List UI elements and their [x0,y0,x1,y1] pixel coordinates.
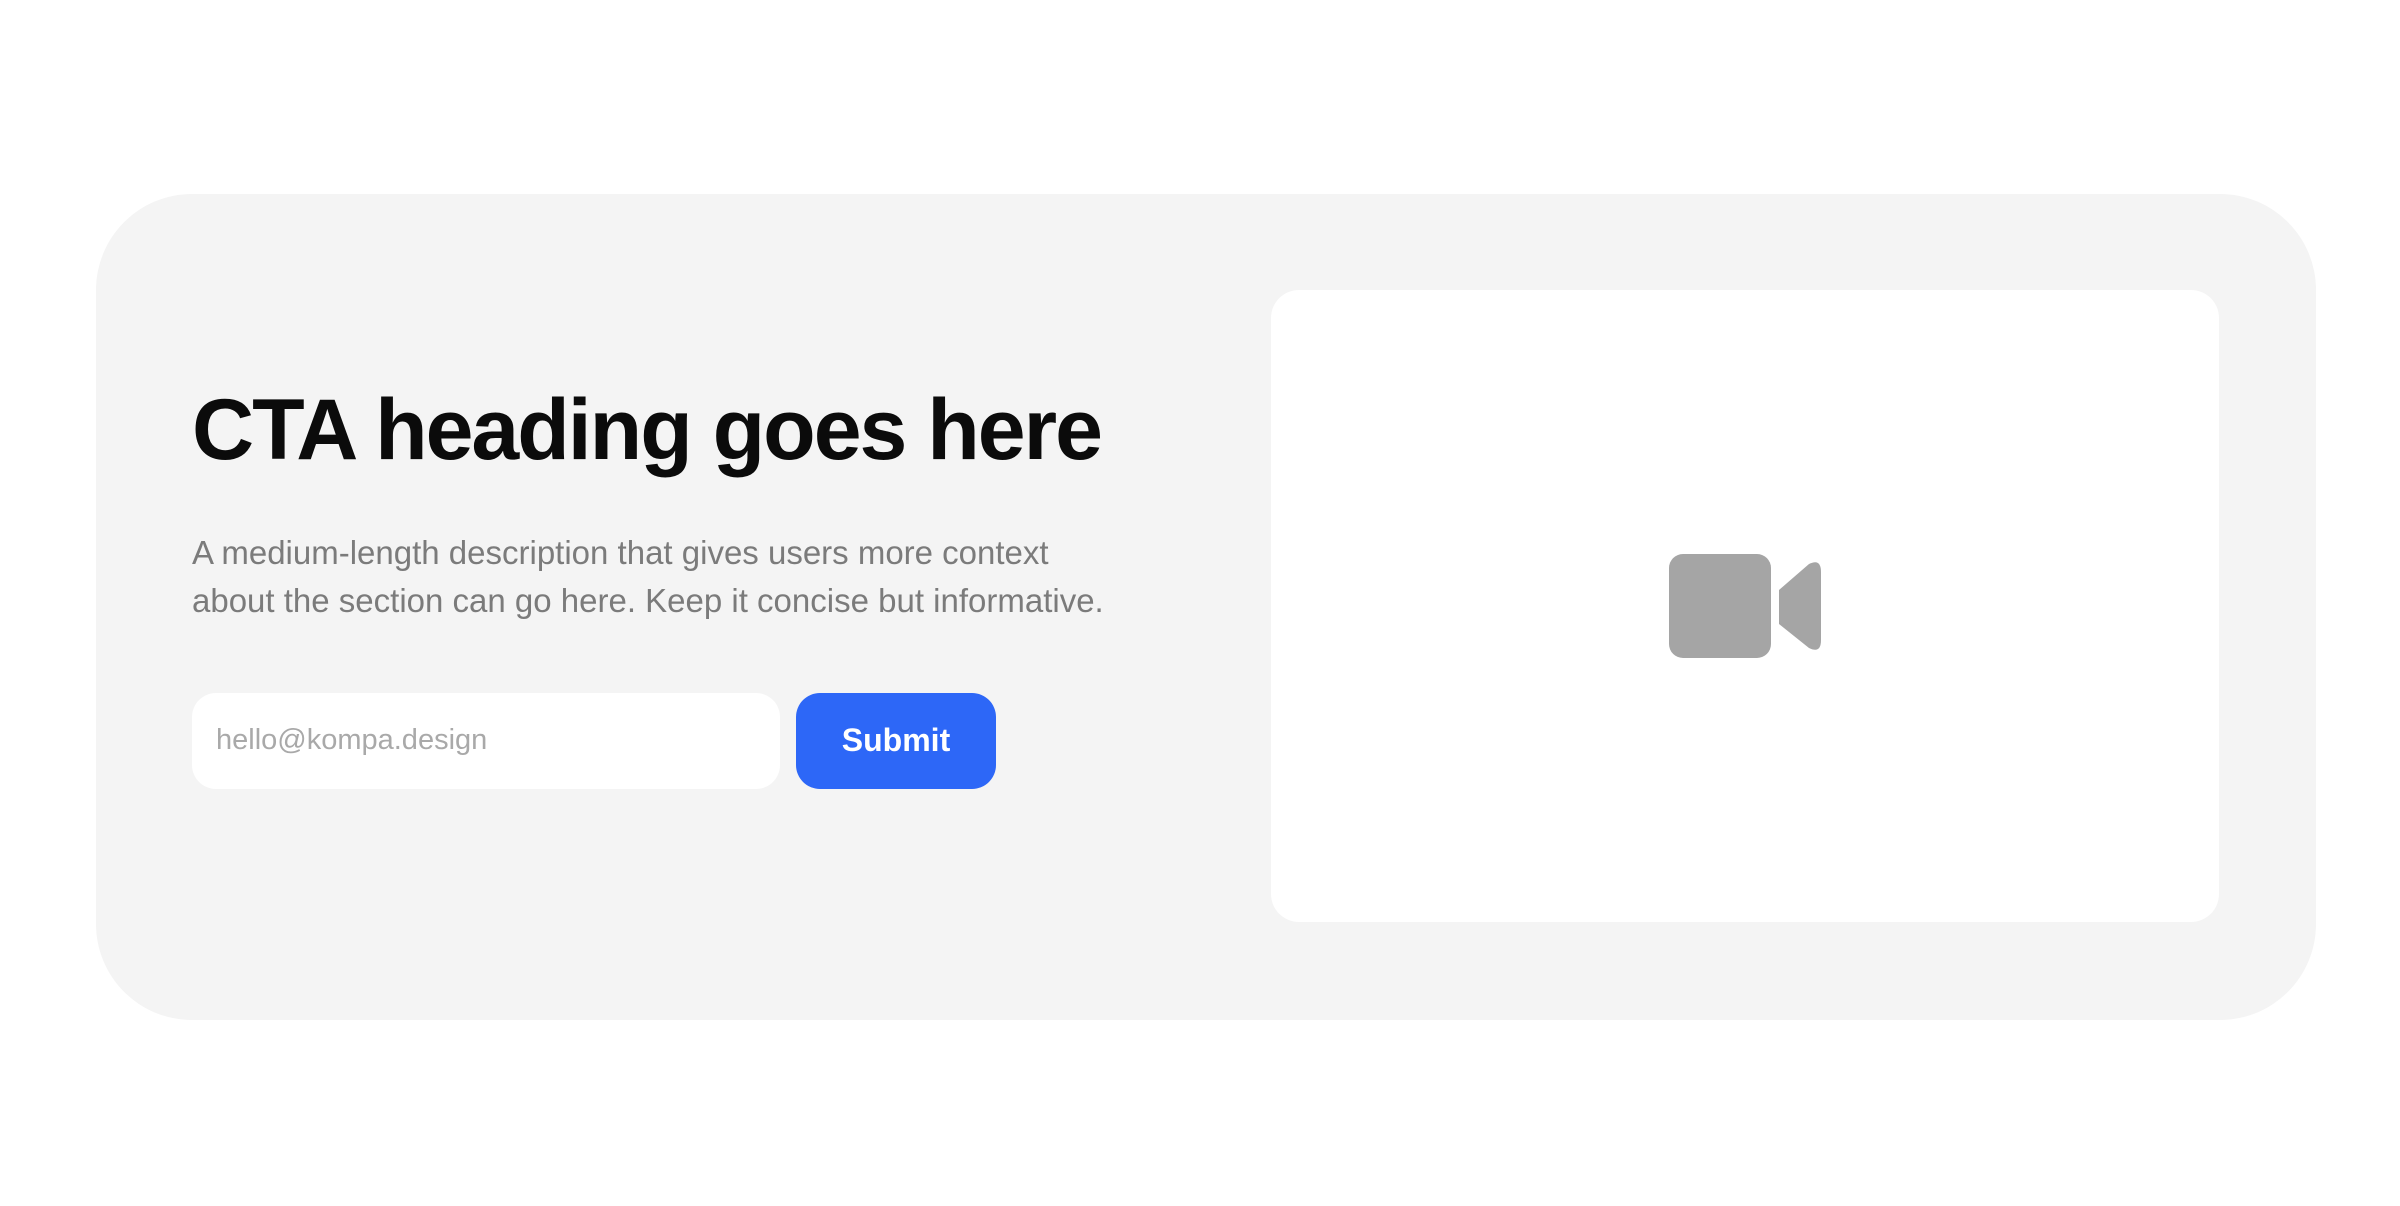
cta-content: CTA heading goes here A medium-length de… [192,384,1152,789]
video-placeholder [1271,290,2219,922]
email-input[interactable] [192,692,780,789]
video-camera-icon [1669,554,1821,658]
email-signup-form: Submit [192,692,1152,789]
submit-button[interactable]: Submit [796,692,996,789]
cta-description: A medium-length description that gives u… [192,533,1104,619]
cta-heading: CTA heading goes here [192,382,1103,478]
cta-section: CTA heading goes here A medium-length de… [96,194,2316,1020]
